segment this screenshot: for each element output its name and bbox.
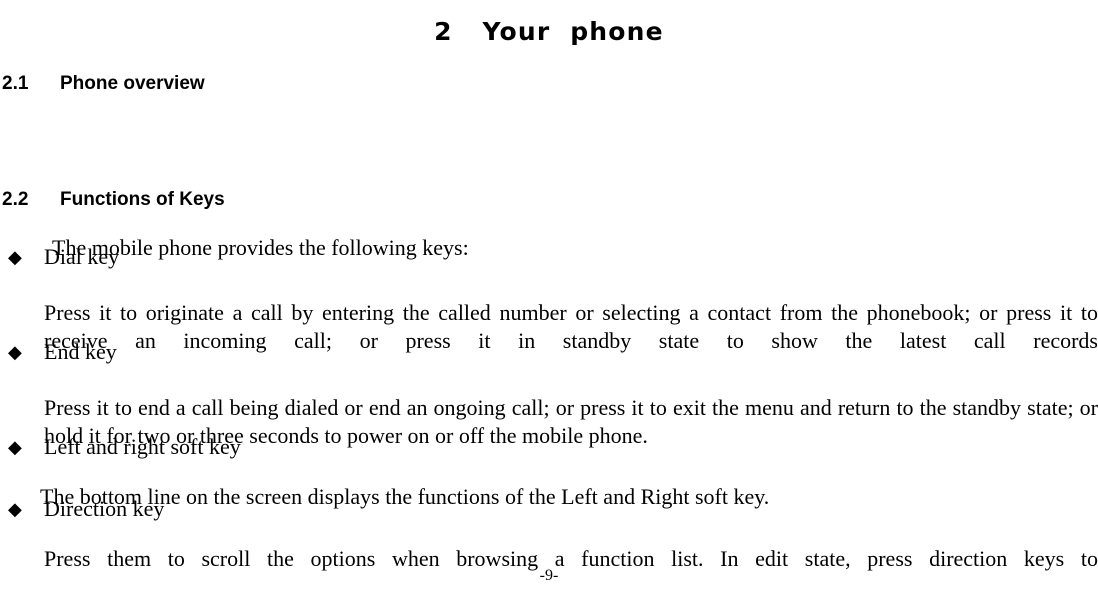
section-number-2-2: 2.2 [2, 188, 29, 210]
list-item-label: End key [44, 339, 117, 364]
list-item-label: Dial key [44, 244, 120, 269]
diamond-bullet-icon: ◆ [8, 247, 22, 268]
list-item-label: Left and right soft key [44, 434, 241, 459]
diamond-bullet-icon: ◆ [8, 437, 22, 458]
list-item-label: Direction key [44, 496, 165, 521]
section-heading-functions-of-keys: 2.2 Functions of Keys [2, 188, 225, 212]
section-title-functions-of-keys: Functions of Keys [60, 188, 225, 210]
document-page: 2 Your phone 2.1 Phone overview 2.2 Functi… [0, 0, 1098, 588]
diamond-bullet-icon: ◆ [8, 342, 22, 363]
body-paragraph-dial-key: Press it to originate a call by entering… [44, 300, 1098, 353]
page-number-footer: -9- [539, 567, 559, 584]
diamond-bullet-icon: ◆ [8, 499, 22, 520]
body-paragraph-left-right-soft-key: The bottom line on the screen displays t… [40, 484, 770, 509]
phone-overview-figure-placeholder [0, 86, 1098, 166]
chapter-title: 2 Your phone [434, 16, 664, 46]
